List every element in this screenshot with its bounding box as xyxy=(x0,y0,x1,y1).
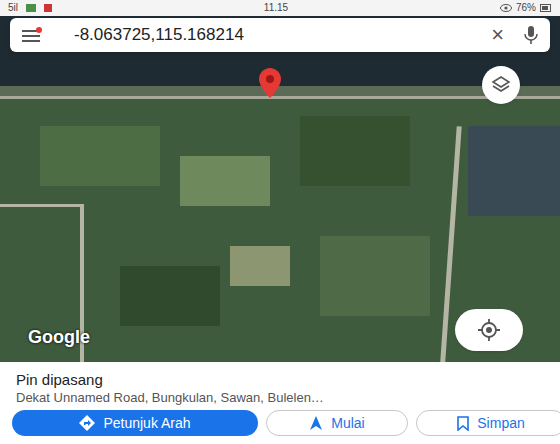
field xyxy=(120,266,220,326)
crosshair-icon xyxy=(478,319,500,341)
map-view[interactable]: -8.063725,115.168214 × Google xyxy=(0,16,560,362)
action-label: Mulai xyxy=(331,413,364,434)
layers-icon xyxy=(491,75,511,95)
navigation-icon xyxy=(309,416,323,430)
layers-button[interactable] xyxy=(482,66,520,104)
action-label: Petunjuk Arah xyxy=(103,413,190,434)
action-bar: Petunjuk Arah Mulai Simpan xyxy=(0,410,560,436)
action-button[interactable]: Simpan xyxy=(416,410,560,436)
field xyxy=(180,156,270,206)
battery-icon xyxy=(540,4,552,12)
my-location-button[interactable] xyxy=(455,309,523,351)
menu-icon xyxy=(22,27,42,43)
app-icon xyxy=(26,4,36,12)
pin-icon[interactable] xyxy=(259,68,281,98)
field xyxy=(40,126,160,186)
place-address: Dekat Unnamed Road, Bungkulan, Sawan, Bu… xyxy=(0,389,560,406)
directions-icon xyxy=(79,415,95,431)
eye-icon xyxy=(500,4,512,12)
screen: 5il 11.15 76% -8.063725,115.168214 xyxy=(0,0,560,444)
action-button[interactable]: Mulai xyxy=(266,410,408,436)
road xyxy=(0,204,84,207)
microphone-icon[interactable] xyxy=(524,26,538,44)
ponds xyxy=(468,126,560,216)
menu-button[interactable] xyxy=(22,27,42,43)
signal-text: 5il xyxy=(8,3,18,13)
bookmark-icon xyxy=(457,416,469,431)
battery-text: 76% xyxy=(516,3,536,13)
notification-icon xyxy=(44,4,52,12)
coastal-road xyxy=(0,96,560,99)
search-bar[interactable]: -8.063725,115.168214 × xyxy=(10,18,550,52)
field xyxy=(320,236,430,316)
clock: 11.15 xyxy=(264,3,288,13)
action-label: Simpan xyxy=(477,413,524,434)
field xyxy=(230,246,290,286)
status-bar: 5il 11.15 76% xyxy=(0,0,560,16)
action-button[interactable]: Petunjuk Arah xyxy=(12,410,258,436)
google-logo: Google xyxy=(28,324,90,351)
clear-button[interactable]: × xyxy=(483,24,512,46)
shore xyxy=(0,86,560,96)
place-title: Pin dipasang xyxy=(0,370,560,389)
field xyxy=(300,116,410,186)
place-sheet[interactable]: Pin dipasang Dekat Unnamed Road, Bungkul… xyxy=(0,362,560,444)
search-field[interactable]: -8.063725,115.168214 xyxy=(54,22,471,48)
